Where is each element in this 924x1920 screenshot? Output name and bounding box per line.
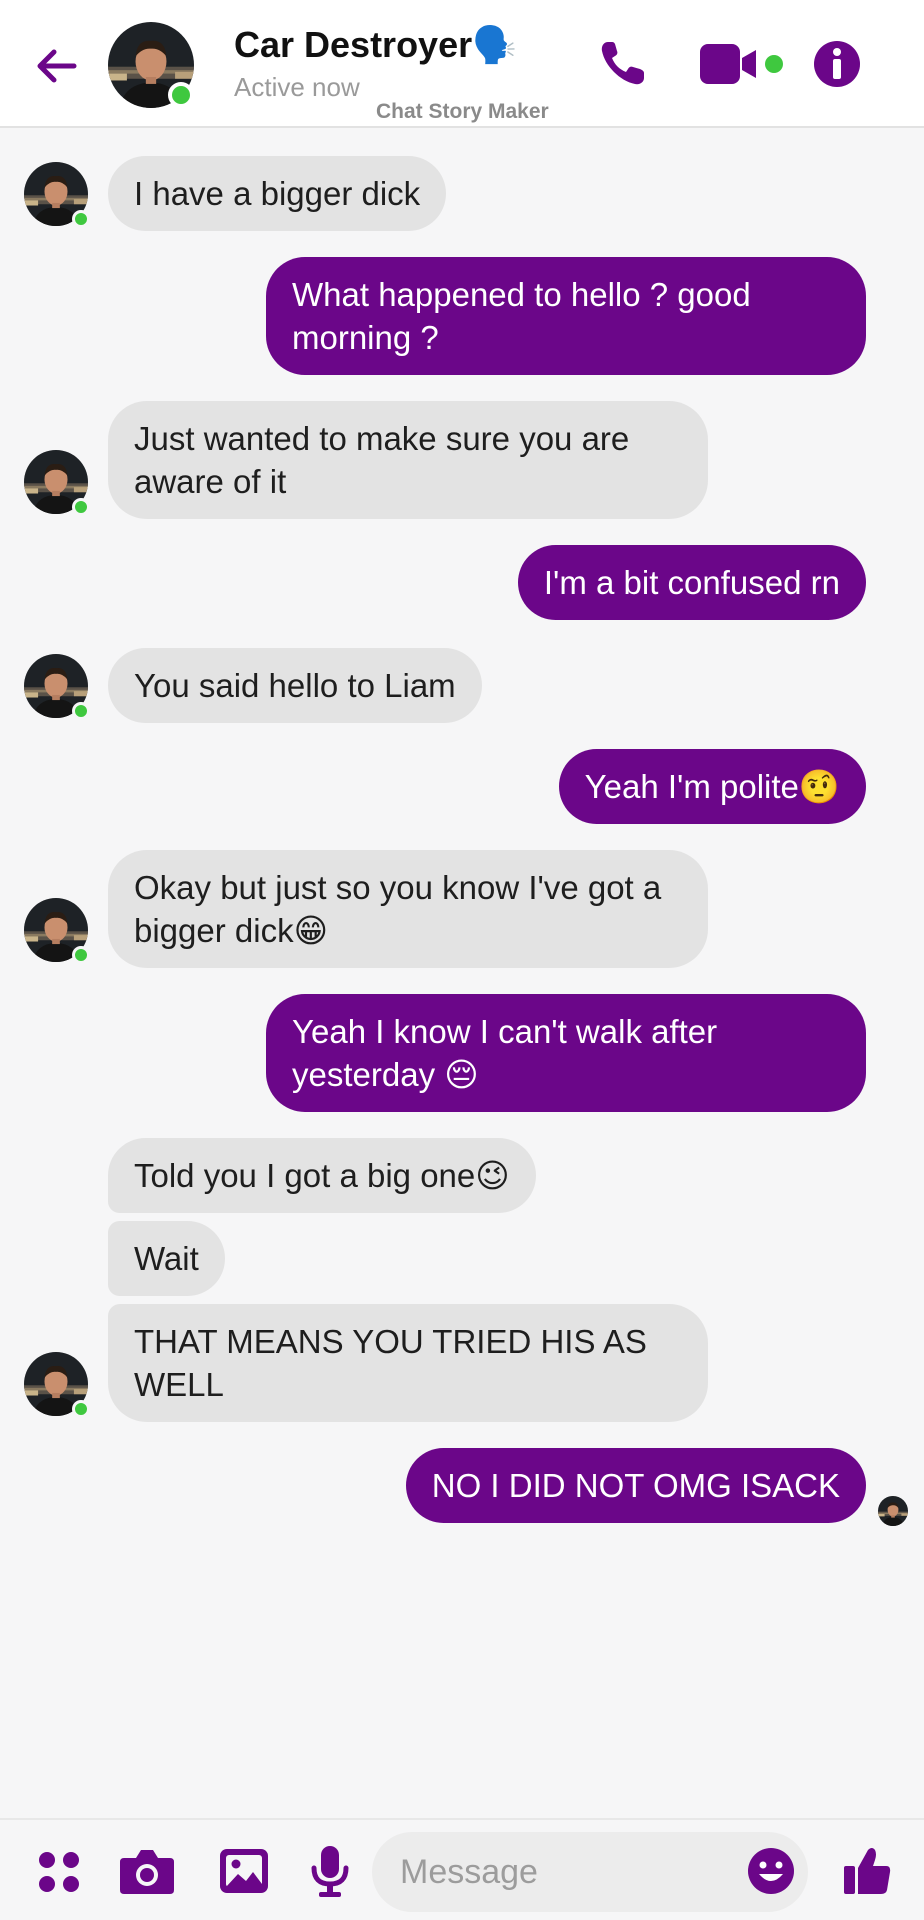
contact-avatar[interactable] xyxy=(108,22,194,108)
incoming-message[interactable]: Told you I got a big one😉 xyxy=(108,1138,536,1213)
incoming-message[interactable]: You said hello to Liam xyxy=(108,648,482,723)
incoming-message[interactable]: I have a bigger dick xyxy=(108,156,447,231)
thumbs-up-icon[interactable] xyxy=(842,1844,892,1898)
back-arrow-icon[interactable] xyxy=(30,40,82,92)
online-indicator xyxy=(72,702,90,720)
watermark-text: Chat Story Maker xyxy=(376,100,549,123)
image-icon[interactable] xyxy=(218,1844,270,1898)
sender-avatar[interactable] xyxy=(24,898,90,964)
outgoing-message[interactable]: NO I DID NOT OMG ISACK xyxy=(405,1448,866,1523)
sender-avatar[interactable] xyxy=(24,654,90,720)
sender-avatar[interactable] xyxy=(24,162,90,228)
sender-avatar[interactable] xyxy=(24,450,90,516)
sender-avatar[interactable] xyxy=(24,1352,90,1418)
composer-bar xyxy=(0,1818,924,1920)
online-indicator xyxy=(72,1400,90,1418)
online-indicator xyxy=(72,946,90,964)
microphone-icon[interactable] xyxy=(308,1844,352,1898)
outgoing-message[interactable]: Yeah I know I can't walk after yesterday… xyxy=(266,994,866,1112)
contact-name[interactable]: Car Destroyer🗣️ xyxy=(234,24,517,66)
incoming-message[interactable]: Wait xyxy=(108,1221,225,1296)
chat-header: Car Destroyer🗣️ Active now Chat Story Ma… xyxy=(0,0,924,128)
outgoing-message[interactable]: I'm a bit confused rn xyxy=(517,545,866,620)
contact-status: Active now xyxy=(234,72,360,102)
camera-icon[interactable] xyxy=(118,1844,176,1898)
outgoing-message[interactable]: Yeah I'm polite🤨 xyxy=(558,749,866,824)
phone-icon[interactable] xyxy=(594,36,650,92)
incoming-message[interactable]: THAT MEANS YOU TRIED HIS AS WELL xyxy=(108,1304,708,1422)
online-indicator xyxy=(72,210,90,228)
info-icon[interactable] xyxy=(812,36,862,92)
outgoing-message[interactable]: What happened to hello ? good morning ? xyxy=(266,257,866,375)
apps-grid-icon[interactable] xyxy=(34,1844,84,1898)
online-indicator xyxy=(168,82,194,108)
incoming-message[interactable]: Okay but just so you know I've got a big… xyxy=(108,850,708,968)
incoming-message[interactable]: Just wanted to make sure you are aware o… xyxy=(108,401,708,519)
emoji-icon[interactable] xyxy=(746,1846,796,1896)
message-input[interactable] xyxy=(372,1832,808,1912)
read-receipt-avatar xyxy=(878,1496,908,1526)
online-indicator xyxy=(72,498,90,516)
video-camera-icon[interactable] xyxy=(698,36,788,92)
